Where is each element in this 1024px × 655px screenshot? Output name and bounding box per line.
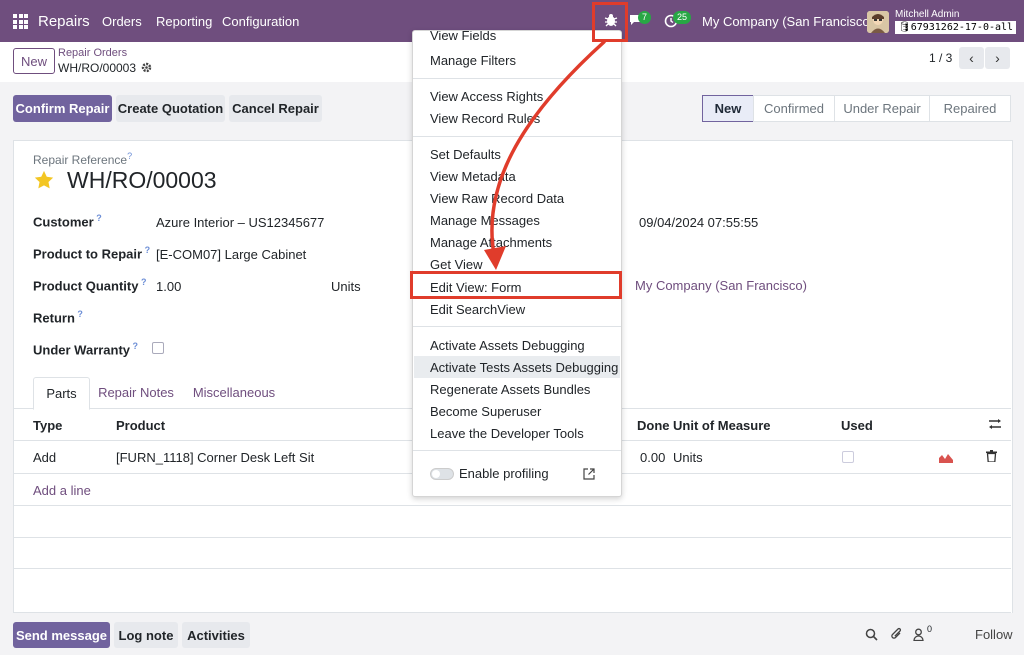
repair-reference-label: Repair Reference? <box>33 151 133 167</box>
menu-item-regenerate-assets-bundles[interactable]: Regenerate Assets Bundles <box>430 382 590 397</box>
apps-grid-icon[interactable] <box>13 14 28 29</box>
chevron-right-icon: › <box>995 50 1000 66</box>
sheet-bottom-border <box>13 612 1011 613</box>
cancel-repair-button[interactable]: Cancel Repair <box>229 95 322 122</box>
pager-next-button[interactable]: › <box>985 47 1010 69</box>
enable-profiling-label: Enable profiling <box>459 466 549 481</box>
star-icon[interactable] <box>33 169 55 191</box>
under-warranty-checkbox[interactable] <box>152 342 164 354</box>
create-quotation-button[interactable]: Create Quotation <box>116 95 225 122</box>
stage-repaired[interactable]: Repaired <box>929 95 1011 122</box>
row-used-checkbox[interactable] <box>842 451 854 463</box>
breadcrumb-current: WH/RO/00003 <box>58 61 137 75</box>
menu-item-activate-tests-assets-debugging[interactable]: Activate Tests Assets Debugging <box>430 360 618 375</box>
user-icon[interactable] <box>913 628 924 642</box>
product-quantity-label: Product Quantity ? <box>33 277 147 294</box>
column-done[interactable]: Done <box>637 418 670 433</box>
user-name[interactable]: Mitchell Admin <box>895 9 959 20</box>
column-uom[interactable]: Unit of Measure <box>673 418 771 433</box>
menu-item-edit-searchview[interactable]: Edit SearchView <box>430 302 525 317</box>
stage-new[interactable]: New <box>702 95 754 122</box>
menu-configuration[interactable]: Configuration <box>222 14 299 29</box>
schedule-date-field[interactable]: 09/04/2024 07:55:55 <box>639 215 758 230</box>
stage-under-repair[interactable]: Under Repair <box>834 95 930 122</box>
under-warranty-label: Under Warranty ? <box>33 341 139 358</box>
follow-button[interactable]: Follow <box>975 627 1013 642</box>
row-product[interactable]: [FURN_1118] Corner Desk Left Sit <box>116 450 314 465</box>
optional-columns-icon[interactable] <box>988 418 1002 430</box>
status-bar: New Confirmed Under Repair Repaired <box>702 95 1012 122</box>
customer-field[interactable]: Azure Interior – US12345677 <box>156 215 324 230</box>
search-icon[interactable] <box>865 628 878 641</box>
paperclip-icon[interactable] <box>890 627 903 641</box>
menu-item-activate-assets-debugging[interactable]: Activate Assets Debugging <box>430 338 585 353</box>
row-type[interactable]: Add <box>33 450 56 465</box>
confirm-repair-button[interactable]: Confirm Repair <box>13 95 112 122</box>
column-used[interactable]: Used <box>841 418 873 433</box>
annotation-arrow <box>484 40 606 270</box>
attachments-count: 0 <box>927 624 933 634</box>
gear-icon[interactable] <box>141 61 152 73</box>
send-message-button[interactable]: Send message <box>13 622 110 648</box>
row-divider <box>13 568 1011 569</box>
row-divider <box>13 505 1011 506</box>
forecast-chart-icon[interactable] <box>939 451 953 463</box>
row-uom[interactable]: Units <box>673 450 703 465</box>
activities-button[interactable]: Activities <box>182 622 250 648</box>
customer-label: Customer ? <box>33 213 102 230</box>
new-button[interactable]: New <box>13 48 55 74</box>
pager-value[interactable]: 1 / 3 <box>929 51 952 65</box>
breadcrumb-parent[interactable]: Repair Orders <box>58 47 127 59</box>
product-to-repair-field[interactable]: [E-COM07] Large Cabinet <box>156 247 306 262</box>
avatar[interactable] <box>867 11 889 33</box>
profiling-toggle[interactable] <box>430 468 454 480</box>
app-name[interactable]: Repairs <box>38 13 90 30</box>
external-link-icon[interactable] <box>583 468 595 480</box>
product-uom-field[interactable]: Units <box>331 279 361 294</box>
return-label: Return ? <box>33 309 83 326</box>
stage-confirmed[interactable]: Confirmed <box>753 95 835 122</box>
add-line-link[interactable]: Add a line <box>33 483 91 498</box>
column-product[interactable]: Product <box>116 418 165 433</box>
menu-item-become-superuser[interactable]: Become Superuser <box>430 404 541 419</box>
product-to-repair-label: Product to Repair ? <box>33 245 151 262</box>
tab-parts[interactable]: Parts <box>33 377 90 410</box>
tab-miscellaneous[interactable]: Miscellaneous <box>186 377 282 408</box>
menu-item-get-view[interactable]: Get View <box>430 257 483 272</box>
company-switcher[interactable]: My Company (San Francisco) <box>702 14 874 29</box>
log-note-button[interactable]: Log note <box>114 622 178 648</box>
pager-previous-button[interactable]: ‹ <box>959 47 984 69</box>
repair-reference-value: WH/RO/00003 <box>67 167 217 193</box>
activities-badge: 25 <box>673 11 692 24</box>
menu-item-leave-developer-tools[interactable]: Leave the Developer Tools <box>430 426 584 441</box>
row-done[interactable]: 0.00 <box>640 450 665 465</box>
menu-orders[interactable]: Orders <box>102 14 142 29</box>
menu-divider <box>413 450 621 451</box>
menu-divider <box>413 326 621 327</box>
database-label: 🛢67931262-17-0-all <box>895 21 1017 34</box>
trash-icon[interactable] <box>986 450 997 463</box>
messages-badge: 7 <box>638 11 652 24</box>
annotation-box-debug-icon <box>592 2 628 42</box>
database-name: 67931262-17-0-all <box>910 22 1014 33</box>
column-type[interactable]: Type <box>33 418 62 433</box>
row-divider <box>13 537 1011 538</box>
company-field[interactable]: My Company (San Francisco) <box>635 278 807 293</box>
menu-reporting[interactable]: Reporting <box>156 14 212 29</box>
chevron-left-icon: ‹ <box>969 50 974 66</box>
product-quantity-field[interactable]: 1.00 <box>156 279 181 294</box>
database-icon: 🛢 <box>898 22 911 33</box>
tab-repair-notes[interactable]: Repair Notes <box>94 377 178 408</box>
